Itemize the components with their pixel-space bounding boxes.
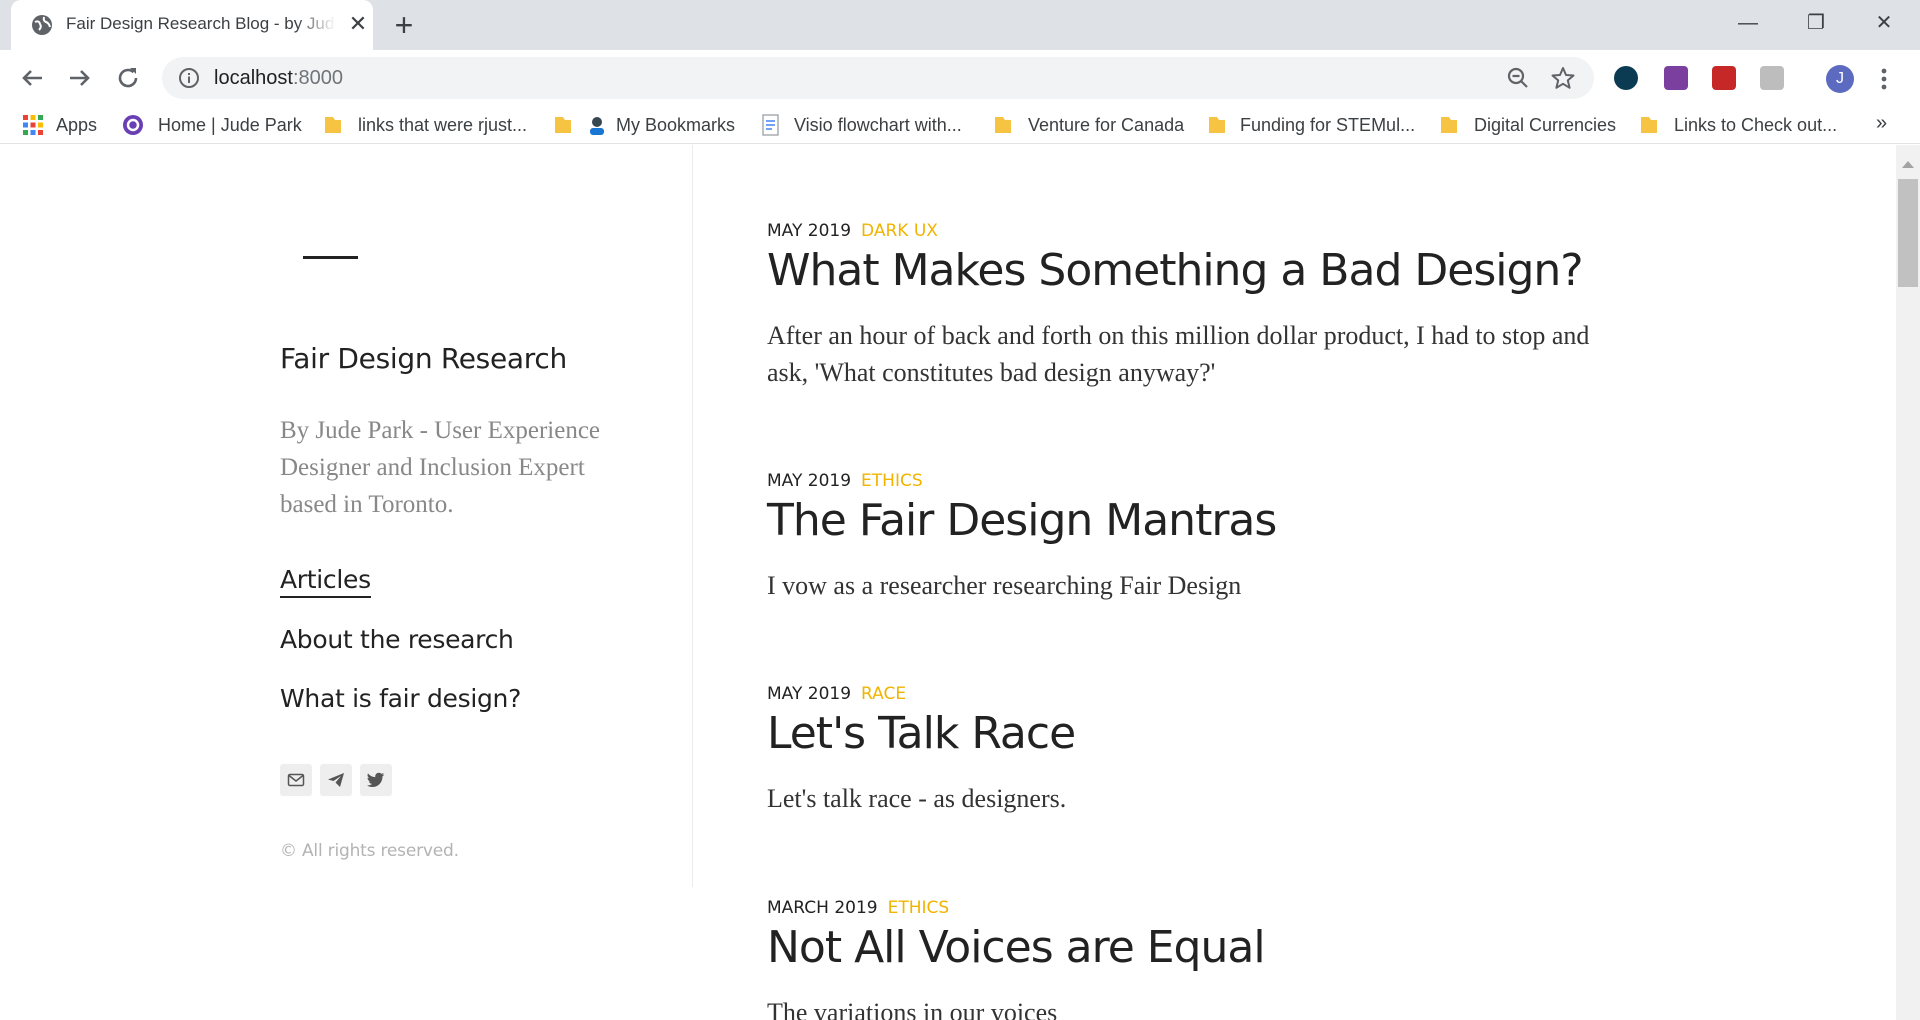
post-title[interactable]: Not All Voices are Equal xyxy=(767,922,1266,973)
bookmark-label: Apps xyxy=(56,115,98,135)
tab-strip: Fair Design Research Blog - by Jude Park… xyxy=(0,0,1920,50)
close-window-button[interactable]: ✕ xyxy=(1864,8,1904,38)
folder-icon xyxy=(995,117,1011,133)
bookmark-folder-my-bookmarks[interactable]: My Bookmarks xyxy=(552,114,742,136)
nav-what-is-fair-design[interactable]: What is fair design? xyxy=(280,684,521,713)
bookmark-folder-funding[interactable]: Funding for STEMul... xyxy=(1206,114,1416,136)
post-card: MAY 2019 RACE Let's Talk Race Let's talk … xyxy=(767,684,1667,824)
twitter-button[interactable] xyxy=(360,764,392,796)
bookmark-label: Digital Currencies xyxy=(1474,115,1617,135)
scrollbar-thumb[interactable] xyxy=(1898,179,1918,287)
page-viewport: Fair Design Research By Jude Park - User… xyxy=(0,145,1896,1020)
folder-icon xyxy=(555,117,571,133)
extension-red-icon[interactable] xyxy=(1712,66,1736,90)
reload-icon[interactable] xyxy=(112,62,144,94)
bookmarks-bar: Apps Home | Jude Park links that were rj… xyxy=(0,106,1920,144)
post-date: MAY 2019 xyxy=(767,221,852,241)
post-title[interactable]: The Fair Design Mantras xyxy=(767,495,1277,546)
bookmark-star-icon[interactable] xyxy=(1550,65,1576,91)
site-title[interactable]: Fair Design Research xyxy=(280,342,567,375)
bookmark-visio-flowchart[interactable]: Visio flowchart with... xyxy=(760,114,970,136)
extension-gray-icon[interactable] xyxy=(1760,66,1784,90)
globe-icon xyxy=(32,15,52,35)
sidebar: Fair Design Research By Jude Park - User… xyxy=(0,145,693,887)
extension-nx-icon[interactable] xyxy=(1664,66,1688,90)
nav-about-research[interactable]: About the research xyxy=(280,625,514,654)
post-excerpt: Let's talk race - as designers. xyxy=(767,784,1067,813)
post-card: MAY 2019 DARK UX What Makes Something a B… xyxy=(767,221,1667,387)
twitter-icon xyxy=(367,772,385,788)
nav-articles[interactable]: Articles xyxy=(280,565,371,598)
copyright-text: © All rights reserved. xyxy=(280,841,459,861)
bookmark-home-jude-park[interactable]: Home | Jude Park xyxy=(122,114,312,136)
post-card: MAY 2019 ETHICS The Fair Design Mantras I… xyxy=(767,471,1667,611)
tab-close-icon[interactable]: ✕ xyxy=(346,12,370,36)
bookmark-folder-links[interactable]: links that were rjust... xyxy=(322,114,532,136)
bookmarks-overflow-button[interactable]: » xyxy=(1876,112,1887,135)
post-tag[interactable]: DARK UX xyxy=(861,221,938,241)
bookmark-label: Funding for STEMul... xyxy=(1240,115,1416,135)
bookmark-folder-digital-currencies[interactable]: Digital Currencies xyxy=(1438,114,1618,136)
site-info-icon[interactable] xyxy=(178,67,200,89)
site-description: By Jude Park - User Experience Designer … xyxy=(280,417,601,518)
folder-icon xyxy=(1641,117,1657,133)
bookmark-label: My Bookmarks xyxy=(616,115,736,135)
post-meta: MAY 2019 DARK UX xyxy=(767,221,938,241)
post-meta: MARCH 2019 ETHICS xyxy=(767,898,949,918)
post-excerpt: The variations in our voices xyxy=(767,998,1058,1020)
post-excerpt: After an hour of back and forth on this … xyxy=(767,321,1590,387)
person-icon xyxy=(590,117,604,135)
browser-tab[interactable]: Fair Design Research Blog - by Jude Park… xyxy=(11,0,373,50)
post-excerpt: I vow as a researcher researching Fair D… xyxy=(767,571,1242,600)
post-meta: MAY 2019 RACE xyxy=(767,684,906,704)
bookmark-folder-venture[interactable]: Venture for Canada xyxy=(992,114,1185,136)
scroll-up-arrow-icon[interactable] xyxy=(1902,161,1914,168)
bookmark-label: Links to Check out... xyxy=(1674,115,1838,135)
post-meta: MAY 2019 ETHICS xyxy=(767,471,923,491)
browser-menu-icon[interactable] xyxy=(1874,64,1894,94)
url-host: localhost xyxy=(214,67,293,89)
page-scrollbar[interactable] xyxy=(1896,145,1920,1020)
folder-icon xyxy=(1209,117,1225,133)
zoom-out-icon[interactable] xyxy=(1506,66,1530,90)
url-text[interactable]: localhost:8000 xyxy=(214,67,343,90)
apps-grid-icon xyxy=(23,115,43,135)
bookmark-label: Home | Jude Park xyxy=(158,115,302,135)
extension-dark-icon[interactable] xyxy=(1614,66,1638,90)
post-date: MAY 2019 xyxy=(767,471,852,491)
bookmark-folder-links-check[interactable]: Links to Check out... xyxy=(1638,114,1838,136)
telegram-button[interactable] xyxy=(320,764,352,796)
folder-icon xyxy=(1441,117,1457,133)
bookmark-label: Visio flowchart with... xyxy=(794,115,962,135)
minimize-button[interactable]: — xyxy=(1728,8,1768,38)
post-tag[interactable]: ETHICS xyxy=(888,898,950,918)
restore-button[interactable]: ❐ xyxy=(1796,8,1836,38)
site-icon xyxy=(123,115,143,135)
telegram-icon xyxy=(328,773,344,787)
back-icon[interactable] xyxy=(16,62,48,94)
post-title[interactable]: What Makes Something a Bad Design? xyxy=(767,245,1584,296)
post-date: MARCH 2019 xyxy=(767,898,878,918)
post-title[interactable]: Let's Talk Race xyxy=(767,708,1076,759)
tab-title: Fair Design Research Blog - by Jude Park xyxy=(66,14,336,33)
post-card: MARCH 2019 ETHICS Not All Voices are Equa… xyxy=(767,898,1667,1020)
document-icon xyxy=(762,114,779,136)
mail-button[interactable] xyxy=(280,764,312,796)
post-date: MAY 2019 xyxy=(767,684,852,704)
bookmark-label: Venture for Canada xyxy=(1028,115,1185,135)
address-bar[interactable]: localhost:8000 xyxy=(162,57,1594,99)
url-port: :8000 xyxy=(292,67,343,89)
mail-icon xyxy=(287,773,305,787)
folder-icon xyxy=(325,117,341,133)
post-tag[interactable]: RACE xyxy=(861,684,906,704)
profile-avatar[interactable]: J xyxy=(1826,65,1854,93)
logo-dash xyxy=(303,256,358,259)
bookmark-label: links that were rjust... xyxy=(358,115,528,135)
forward-icon[interactable] xyxy=(64,62,96,94)
post-tag[interactable]: ETHICS xyxy=(861,471,923,491)
bookmark-apps[interactable]: Apps xyxy=(22,114,112,136)
new-tab-button[interactable]: + xyxy=(388,9,420,42)
